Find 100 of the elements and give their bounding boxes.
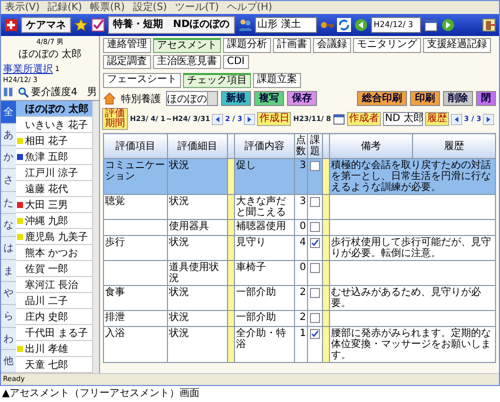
tab[interactable]: 連絡管理 [103, 38, 151, 53]
action-button[interactable]: 複写 [254, 91, 284, 106]
checkmark-icon[interactable] [91, 18, 105, 32]
table-cell: むせ込みがあるため、見守りが必要。 [330, 286, 496, 310]
tab[interactable]: 支援経過記録 [423, 38, 491, 53]
issue-checkbox[interactable] [310, 329, 320, 339]
tab[interactable]: 課題立案 [253, 73, 301, 88]
author-field[interactable]: ND 太郎 [383, 112, 424, 126]
service-type: 特別養護 [120, 92, 162, 106]
issue-checkbox[interactable] [310, 238, 320, 248]
table-cell: 腰部に発赤がみられます。定期的な体位変換・マッサージをお願いします。 [330, 326, 496, 362]
sex-label: 男 [87, 86, 97, 99]
created-label: 作成日 [257, 112, 292, 126]
tab[interactable]: CDI [223, 55, 249, 69]
table-cell: 入浴 [104, 326, 168, 362]
resident-name: 相田 花子 [25, 134, 68, 148]
table-row[interactable]: コミュニケーション 状況 促し 3 積極的な会話を取り戻すための対話を第一とし、日常生活を円滑に行なえるような訓練が必要。 [104, 158, 496, 194]
tab[interactable]: チェック項目 [183, 73, 251, 88]
period-label: 評価期間 [102, 108, 128, 130]
table-row[interactable]: 使用器具 補聴器使用 0 [104, 220, 496, 236]
menu-item[interactable]: ヘルプ(H) [226, 1, 272, 14]
tab[interactable]: フェースシート [103, 73, 181, 88]
resident-name: 天童 七郎 [25, 358, 68, 372]
tab[interactable]: 課題分析 [223, 38, 271, 53]
column-header: 課題 [308, 134, 322, 158]
issue-checkbox[interactable] [310, 161, 320, 171]
menu-item[interactable]: ツール(T) [174, 1, 219, 14]
resident-item[interactable]: ほのぼの 太郎 [16, 101, 92, 117]
resident-name: 熊本 かつお [25, 246, 78, 260]
table-row[interactable]: 排泄 状況 一部介助 2 [104, 310, 496, 326]
table-cell: 一部介助 [234, 286, 294, 310]
table-cell: 食事 [104, 286, 168, 310]
table-row[interactable]: 道具使用状況 車椅子 0 [104, 260, 496, 286]
table-row[interactable]: 歩行 状況 見守り 4 歩行杖使用して歩行可能だが、見守りが必要。転倒に注意。 [104, 236, 496, 260]
app-button[interactable]: ケアマネ [21, 17, 71, 33]
calendar-icon[interactable] [333, 113, 346, 125]
table-cell: 使用器具 [168, 220, 228, 236]
table-cell: 全介助・特浴 [234, 326, 294, 362]
action-button[interactable]: 削除 [443, 91, 473, 106]
table-cell: 排泄 [104, 310, 168, 326]
resident-name: 遠藤 花代 [25, 182, 68, 196]
next-icon[interactable] [244, 114, 256, 124]
tab[interactable]: モニタリング [353, 38, 421, 53]
next-icon[interactable] [483, 114, 494, 124]
table-cell: 状況 [168, 158, 228, 194]
resident-name: 沖縄 九郎 [25, 214, 68, 228]
resident-name: ほのぼの 太郎 [25, 102, 88, 116]
action-button[interactable]: 総合印刷 [357, 91, 407, 106]
action-button[interactable]: 閉 [476, 91, 496, 106]
index-tab[interactable]: 全 [1, 101, 16, 124]
tab[interactable]: 会議録 [313, 38, 351, 53]
staff-field[interactable]: 山形 漢土 [254, 17, 317, 33]
table-cell: 1 [294, 326, 308, 362]
table-cell: 歩行 [104, 236, 168, 260]
issue-checkbox[interactable] [310, 197, 320, 207]
author-label: 作成者 [347, 112, 382, 126]
menu-item[interactable]: 設定(S) [132, 1, 167, 14]
issue-checkbox[interactable] [310, 313, 320, 323]
people-icon[interactable] [238, 18, 252, 32]
issue-checkbox[interactable] [310, 288, 320, 298]
tab[interactable]: 計画書 [273, 38, 311, 53]
tab[interactable]: 主治医意見書 [153, 55, 221, 69]
exit-icon[interactable] [482, 18, 496, 32]
table-row[interactable]: 食事 状況 一部介助 2 むせ込みがあるため、見守りが必要。 [104, 286, 496, 310]
table-cell: 0 [294, 220, 308, 236]
scrollbar[interactable] [92, 101, 99, 373]
resident-name: 魚津 五郎 [25, 150, 68, 164]
office-dropdown[interactable]: ほのぼの [166, 91, 218, 106]
calendar-icon[interactable] [424, 18, 438, 32]
star-icon[interactable] [74, 18, 88, 32]
columns-icon[interactable] [3, 86, 15, 98]
previous-icon[interactable] [212, 114, 224, 124]
column-header: 履歴 [412, 134, 496, 158]
office-link[interactable]: 事業所選択 [3, 62, 53, 76]
facility-label: 特養・短期 NDほのぼの [108, 16, 235, 34]
tab[interactable]: 認定調査 [103, 55, 151, 69]
tab[interactable]: アセスメント [153, 38, 221, 53]
table-row[interactable]: 聴覚 状況 大きな声だと聞こえる 3 [104, 194, 496, 220]
resident-name: 品川 二子 [25, 294, 68, 308]
plus-icon[interactable] [4, 18, 18, 32]
menu-item[interactable]: 記録(K) [48, 1, 82, 14]
table-row[interactable]: 入浴 状況 全介助・特浴 1 腰部に発赤がみられます。定期的な体位変換・マッサージをお願いします。 [104, 326, 496, 362]
table-cell: 4 [294, 236, 308, 260]
resident-name: 出川 孝雄 [25, 342, 68, 356]
previous-icon[interactable] [451, 114, 462, 124]
search-icon[interactable] [17, 86, 29, 98]
action-button[interactable]: 印刷 [410, 91, 440, 106]
action-button[interactable]: 新規 [221, 91, 251, 106]
issue-checkbox[interactable] [310, 263, 320, 273]
menu-item[interactable]: 表示(V) [5, 1, 40, 14]
care-level: 要介護度4 [31, 86, 78, 99]
table-cell: 見守り [234, 236, 294, 260]
home-icon[interactable] [103, 92, 116, 105]
action-button[interactable]: 保存 [287, 91, 317, 106]
resident-name: 庄内 史郎 [25, 310, 68, 324]
issue-checkbox[interactable] [310, 222, 320, 232]
column-header: 評価内容 [234, 134, 294, 158]
menu-item[interactable]: 帳票(R) [90, 1, 125, 14]
date-field[interactable]: H24/12/ 3 [370, 17, 421, 33]
refresh-icon[interactable] [336, 18, 351, 32]
